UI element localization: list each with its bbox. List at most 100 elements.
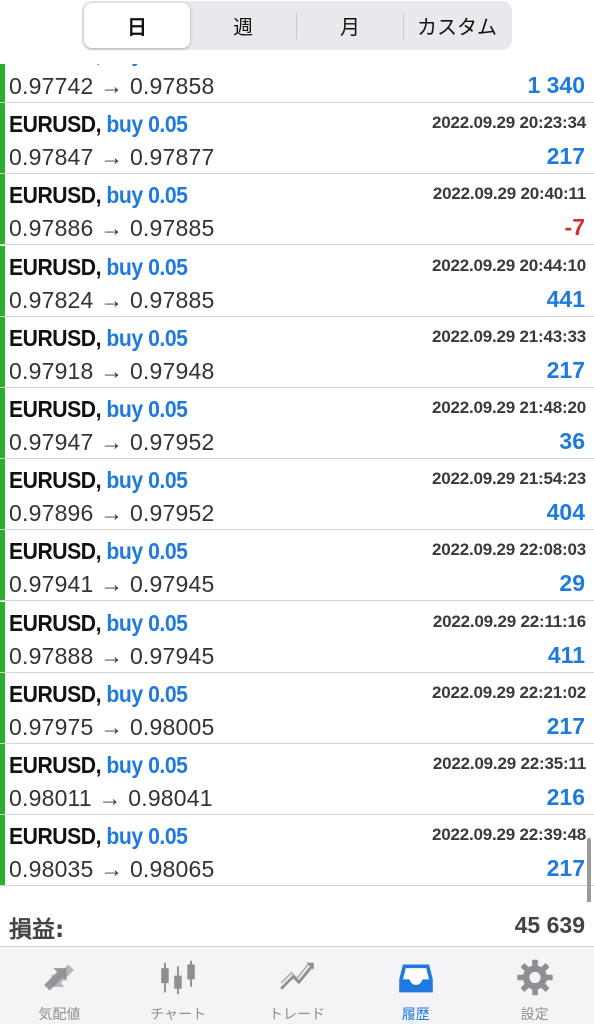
trade-icon [280,962,314,990]
open-price: 0.98035 [9,856,94,883]
trade-side: buy 0.05 [106,182,188,209]
symbol-name: EURUSD, [9,538,102,565]
trade-row[interactable]: EURUSD, buy 0.052022.09.29 20:05:180.977… [0,64,594,103]
quotes-icon [44,964,75,991]
close-price: 0.97952 [129,500,215,527]
buy-indicator-bar [0,245,5,316]
trade-profit: 217 [546,712,585,739]
trade-symbol: EURUSD, buy 0.05 [9,610,188,637]
trade-row[interactable]: EURUSD, buy 0.05 2022.09.29 21:43:33 0.979… [0,316,594,388]
chart-icon [161,960,195,995]
open-price: 0.97886 [9,215,94,242]
period-tab-week[interactable]: 週 [190,3,296,48]
symbol-name: EURUSD, [9,752,102,778]
trade-prices: 0.97975 → 0.98005 [9,714,214,741]
trade-time: 2022.09.29 20:23:34 [431,113,586,133]
profit-summary: 損益: 45 639 [0,902,594,946]
trade-side: buy 0.05 [106,680,188,707]
trade-row[interactable]: EURUSD, buy 0.05 2022.09.29 20:40:11 0.978… [0,174,594,246]
trade-row[interactable]: EURUSD, buy 0.05 2022.09.29 20:44:10 0.978… [0,245,594,317]
trade-symbol: EURUSD, buy 0.05 [9,467,188,494]
close-price: 0.98005 [129,713,215,740]
arrow-icon: → [100,571,124,598]
header: 日 週 月 カスタム [0,0,594,64]
open-price: 0.97947 [9,429,94,455]
buy-indicator-bar [0,815,5,886]
trade-row[interactable]: EURUSD, buy 0.05 2022.09.29 21:54:23 0.978… [0,459,594,531]
period-tab-day[interactable]: 日 [84,3,190,48]
close-price: 0.97885 [129,215,215,242]
trade-profit: 217 [546,356,585,383]
arrow-icon: → [100,856,124,883]
trade-row[interactable]: EURUSD, buy 0.05 2022.09.29 22:39:48 0.980… [0,815,594,887]
buy-indicator-bar [0,672,5,743]
symbol-name: EURUSD, [9,64,101,66]
open-price: 0.97941 [9,571,94,598]
trade-profit: 404 [546,499,585,526]
close-price: 0.97945 [129,571,215,598]
trade-symbol: EURUSD, buy 0.05 [9,64,188,67]
arrow-icon: → [100,73,124,99]
trade-history-list[interactable]: EURUSD, buy 0.052022.09.29 20:05:180.977… [0,64,594,902]
trade-time: 2022.09.29 22:39:48 [431,825,586,845]
trade-symbol: EURUSD, buy 0.05 [9,111,188,138]
profit-label: 損益: [9,917,65,943]
trade-row[interactable]: EURUSD, buy 0.05 2022.09.29 20:23:34 0.978… [0,103,594,175]
period-tab-month[interactable]: 月 [297,3,403,48]
tab-label: チャート [150,1007,207,1023]
trade-side: buy 0.05 [106,396,188,422]
settings-icon [516,959,553,996]
trade-row[interactable]: EURUSD, buy 0.05 2022.09.29 22:11:16 0.978… [0,601,594,673]
tab-chart[interactable]: チャート [119,947,238,1024]
arrow-icon: → [98,785,122,811]
close-price: 0.97952 [129,429,215,455]
buy-indicator-bar [0,174,5,245]
open-price: 0.97975 [9,713,94,740]
trade-profit: 411 [547,641,585,668]
symbol-name: EURUSD, [9,396,102,422]
tab-history[interactable]: 履歴 [356,947,475,1024]
trade-symbol: EURUSD, buy 0.05 [9,752,188,779]
trade-prices: 0.97896 → 0.97952 [9,500,214,527]
symbol-name: EURUSD, [9,467,102,494]
bottom-tab-bar: 気配値 チャート トレード 履歴 設定 [0,946,594,1024]
trade-row[interactable]: EURUSD, buy 0.05 2022.09.29 21:48:20 0.979… [0,388,594,459]
arrow-icon: → [100,357,124,384]
open-price: 0.97918 [9,357,94,384]
trade-symbol: EURUSD, buy 0.05 [9,325,188,352]
buy-indicator-bar [0,601,5,672]
trade-row[interactable]: EURUSD, buy 0.05 2022.09.29 22:21:02 0.979… [0,672,594,744]
close-price: 0.97885 [129,286,215,313]
buy-indicator-bar [0,316,5,387]
trade-time: 2022.09.29 22:35:11 [432,754,586,773]
arrow-icon: → [100,144,124,171]
tab-label: 設定 [520,1007,549,1023]
trade-prices: 0.97941 → 0.97945 [9,571,214,598]
open-price: 0.97847 [9,144,94,171]
tab-settings[interactable]: 設定 [475,947,594,1024]
tab-label: トレード [268,1007,325,1023]
buy-indicator-bar [0,530,5,601]
trade-profit: 216 [546,784,585,810]
trade-symbol: EURUSD, buy 0.05 [9,254,188,281]
trade-row[interactable]: EURUSD, buy 0.05 2022.09.29 22:08:03 0.979… [0,530,594,602]
tab-trade[interactable]: トレード [238,947,357,1024]
open-price: 0.97824 [9,286,94,313]
trade-prices: 0.97947 → 0.97952 [9,429,214,456]
period-tab-custom[interactable]: カスタム [404,3,510,48]
trade-row[interactable]: EURUSD, buy 0.05 2022.09.29 22:35:11 0.980… [0,744,594,815]
symbol-name: EURUSD, [9,823,102,850]
close-price: 0.97858 [129,73,215,99]
trade-prices: 0.97888 → 0.97945 [9,643,214,670]
tab-quotes[interactable]: 気配値 [0,947,119,1024]
symbol-name: EURUSD, [9,111,102,138]
close-price: 0.97945 [129,642,215,669]
buy-indicator-bar [0,64,5,102]
close-price: 0.97877 [129,144,215,171]
open-price: 0.97896 [9,500,94,527]
trade-side: buy 0.05 [106,538,188,565]
trade-time: 2022.09.29 20:44:10 [431,255,586,275]
close-price: 0.98065 [129,856,215,883]
trade-time: 2022.09.29 21:54:23 [431,469,586,489]
tab-label: 履歴 [401,1007,430,1023]
